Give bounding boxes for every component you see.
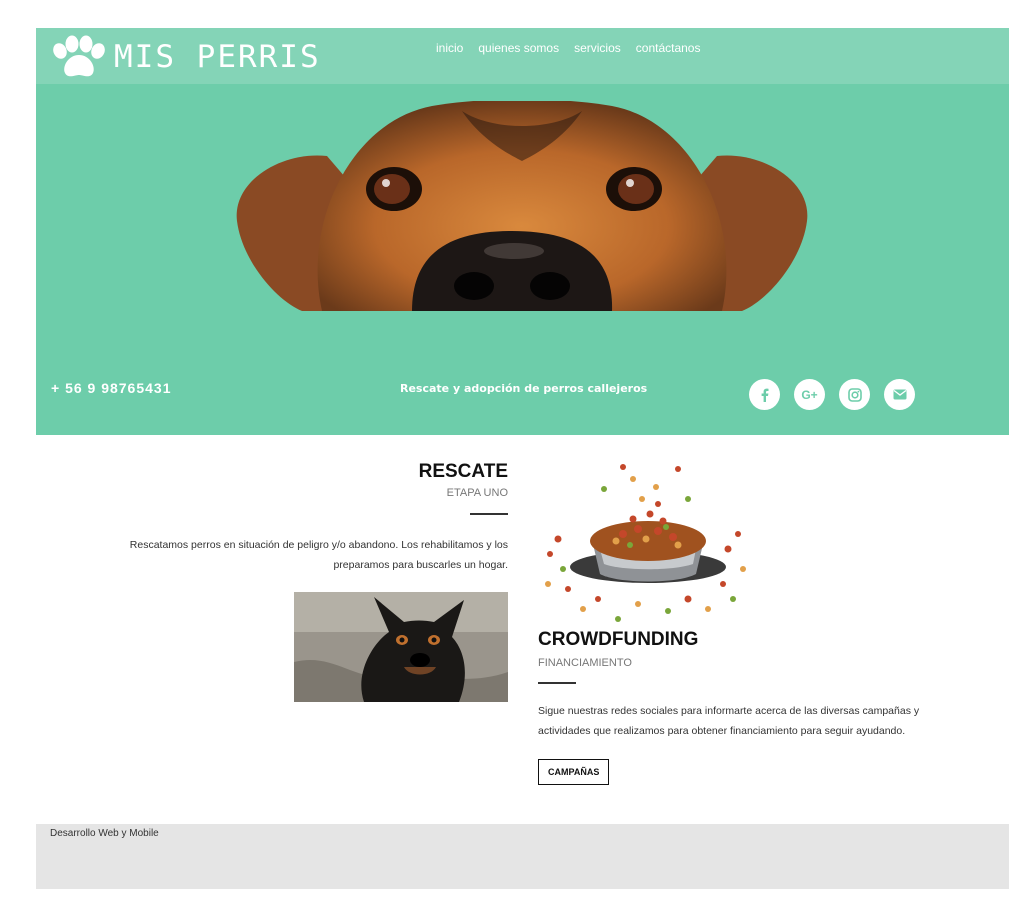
rescate-text: Rescatamos perros en situación de peligr… <box>129 539 508 571</box>
phone-number: + 56 9 98765431 <box>51 380 172 396</box>
google-plus-label: G+ <box>801 387 818 402</box>
rescate-title: RESCATE <box>418 461 508 482</box>
site-logo[interactable]: MIS PERRIS <box>50 35 321 79</box>
email-icon[interactable] <box>884 379 915 410</box>
site-title: MIS PERRIS <box>114 39 321 75</box>
instagram-icon[interactable] <box>839 379 870 410</box>
tagline: Rescate y adopción de perros callejeros <box>400 382 648 395</box>
rescate-divider <box>470 513 508 515</box>
paw-icon <box>53 35 105 77</box>
nav-inicio[interactable]: inicio <box>436 41 463 55</box>
campanas-button[interactable]: CAMPAÑAS <box>538 759 610 785</box>
social-links: G+ <box>749 379 915 410</box>
rescued-dog-photo <box>294 592 508 702</box>
rescate-subtitle: ETAPA UNO <box>446 487 508 499</box>
dog-face-image <box>236 101 808 311</box>
crowdfunding-text: Sigue nuestras redes sociales para infor… <box>538 705 920 737</box>
footer: Desarrollo Web y Mobile <box>36 824 1009 889</box>
facebook-icon[interactable] <box>749 379 780 410</box>
main-content: RESCATE ETAPA UNO Rescatamos perros en s… <box>36 435 1009 824</box>
page: MIS PERRIS inicio quienes somos servicio… <box>36 28 1009 824</box>
dog-food-bowl-image <box>538 459 751 627</box>
crowdfunding-subtitle: FINANCIAMIENTO <box>538 657 632 669</box>
nav-servicios[interactable]: servicios <box>574 41 621 55</box>
crowdfunding-title: CROWDFUNDING <box>538 629 699 650</box>
crowdfunding-divider <box>538 682 576 684</box>
google-plus-icon[interactable]: G+ <box>794 379 825 410</box>
main-nav: inicio quienes somos servicios contáctan… <box>436 41 700 55</box>
footer-text: Desarrollo Web y Mobile <box>50 828 159 839</box>
hero-banner: MIS PERRIS inicio quienes somos servicio… <box>36 28 1009 435</box>
top-navbar: MIS PERRIS inicio quienes somos servicio… <box>36 28 1009 84</box>
nav-contactanos[interactable]: contáctanos <box>636 41 701 55</box>
nav-quienes-somos[interactable]: quienes somos <box>478 41 559 55</box>
